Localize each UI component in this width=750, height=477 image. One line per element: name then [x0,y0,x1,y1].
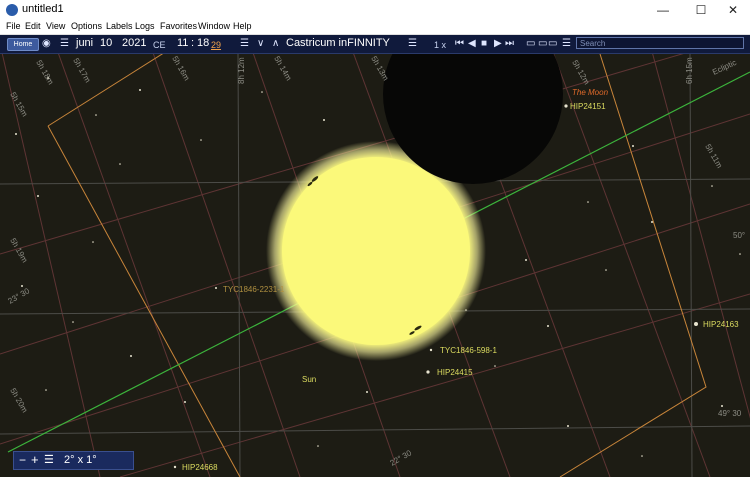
menu-window[interactable]: Window [198,20,230,33]
rewind-icon[interactable]: ◀ [468,37,476,50]
toolbar: Home ◉ ☰ juni 10 2021 CE 11 : 18 29 ☰ ∨ … [0,35,750,54]
time-rate[interactable]: 1 x [434,38,446,53]
title-bar: untitled1 — ☐ ✕ [0,0,750,20]
layout-icon[interactable]: ▭ [548,37,557,50]
moon-label[interactable]: The Moon [572,88,609,97]
time-seconds[interactable]: 29 [211,38,221,53]
stop-icon[interactable]: ■ [481,37,487,50]
field-of-view: 2° x 1° [64,454,97,466]
sky-view[interactable]: The Moon HIP24151 HIP24163 HIP24415 TYC1… [0,54,750,477]
date-era[interactable]: CE [153,38,166,53]
time-hour[interactable]: 11 [177,36,188,51]
menu-lines-icon[interactable]: ☰ [562,37,571,50]
zoom-out-button[interactable]: − [19,452,26,468]
star-label-hip24163[interactable]: HIP24163 [703,320,739,329]
menu-view[interactable]: View [46,20,65,33]
layout-icon[interactable]: ▭ [526,37,535,50]
menu-edit[interactable]: Edit [25,20,41,33]
star-label-hip24668[interactable]: HIP24668 [182,463,218,472]
layout-icon[interactable]: ▭ [538,37,547,50]
menu-help[interactable]: Help [233,20,252,33]
menu-favorites[interactable]: Favorites [160,20,197,33]
minimize-icon[interactable]: — [646,0,680,20]
play-icon[interactable]: ▶ [494,37,502,50]
window-title: untitled1 [22,3,64,15]
grid-label: 6h 15m [685,57,694,84]
star-label-hip24151[interactable]: HIP24151 [570,102,606,111]
star-label-tyc1846-2231[interactable]: TYC1846-2231-1 [223,285,285,294]
maximize-icon[interactable]: ☐ [684,0,718,20]
menu-logs[interactable]: Logs [135,20,155,33]
home-button[interactable]: Home [7,38,39,51]
menu-file[interactable]: File [6,20,21,33]
menu-bar: File Edit View Options Labels Logs Favor… [0,20,750,35]
skip-back-icon[interactable]: ⏮ [455,37,464,50]
grid-label: 49° 30 [718,409,742,418]
chevron-down-icon[interactable]: ∨ [257,37,264,50]
star-label-tyc1846-598[interactable]: TYC1846-598-1 [440,346,497,355]
grid-label: 8h 12m [237,57,246,84]
menu-labels[interactable]: Labels [106,20,133,33]
time-colon: : [191,37,195,49]
zoom-panel: − + ☰ 2° x 1° [13,451,134,470]
location-name[interactable]: Castricum inFINNITY [286,36,390,51]
grid-label: 50° [733,231,745,240]
app-icon [6,4,18,16]
sun-label[interactable]: Sun [302,375,316,384]
menu-lines-icon[interactable]: ☰ [44,452,54,468]
menu-lines-icon[interactable]: ☰ [240,37,249,50]
search-input[interactable]: Search [576,37,744,49]
menu-options[interactable]: Options [71,20,102,33]
chevron-up-icon[interactable]: ∧ [272,37,279,50]
date-month[interactable]: juni [76,36,93,51]
menu-lines-icon[interactable]: ☰ [60,37,69,50]
date-day[interactable]: 10 [100,36,112,51]
close-icon[interactable]: ✕ [716,0,750,20]
skip-forward-icon[interactable]: ⏭ [505,37,514,50]
menu-lines-icon[interactable]: ☰ [408,37,417,50]
zoom-in-button[interactable]: + [31,452,39,468]
star-label-hip24415[interactable]: HIP24415 [437,368,473,377]
date-year[interactable]: 2021 [122,36,146,51]
globe-icon[interactable]: ◉ [42,37,51,50]
time-minute[interactable]: 18 [197,36,209,51]
